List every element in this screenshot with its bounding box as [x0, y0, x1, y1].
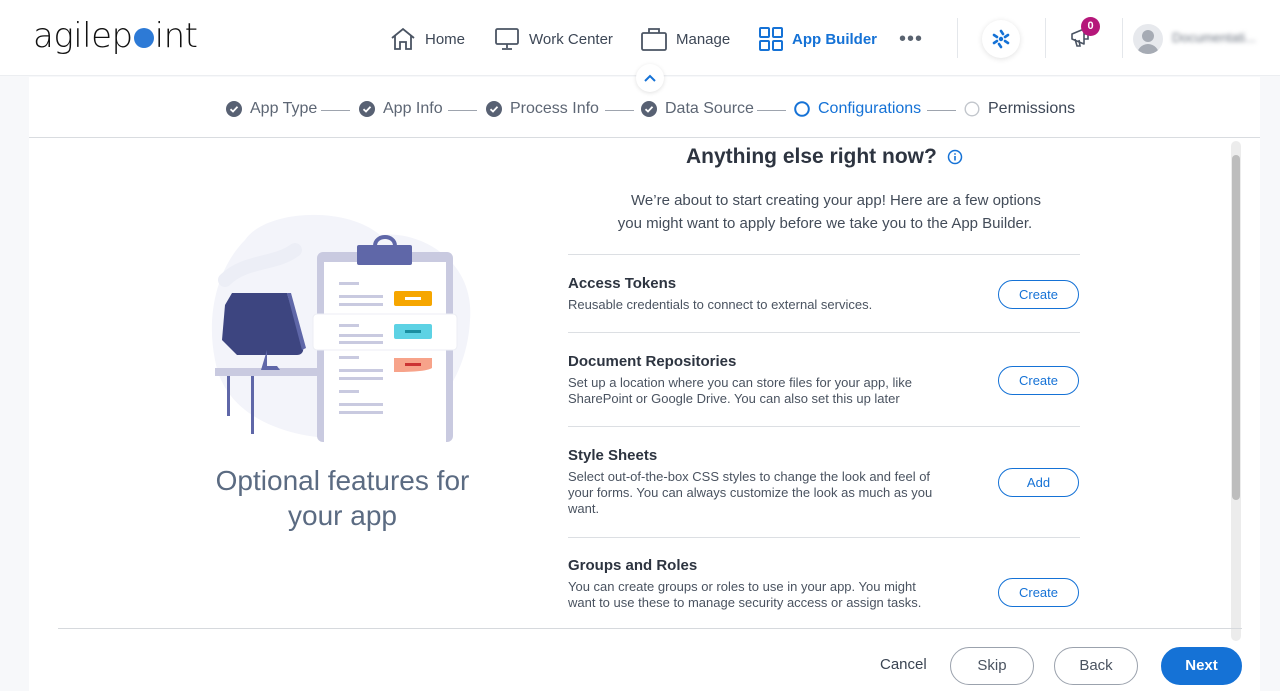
- create-groups-roles-button[interactable]: Create: [998, 578, 1079, 607]
- logo-dot: [133, 28, 154, 48]
- nav-work-center-label: Work Center: [529, 30, 613, 48]
- pending-step-circle-icon: [964, 101, 980, 117]
- heading-text: Anything else right now?: [686, 145, 937, 168]
- divider: [568, 332, 1080, 333]
- grid-icon: [759, 27, 783, 51]
- step-connector: [321, 110, 350, 111]
- user-avatar[interactable]: [1133, 24, 1163, 54]
- nav-manage[interactable]: Manage: [641, 24, 730, 54]
- back-button[interactable]: Back: [1054, 647, 1138, 685]
- cancel-button[interactable]: Cancel: [880, 656, 927, 673]
- next-button[interactable]: Next: [1161, 647, 1242, 685]
- current-step-circle-icon: [794, 101, 810, 117]
- nav-home-label: Home: [425, 30, 466, 48]
- ai-assistant-button[interactable]: [982, 20, 1020, 58]
- option-description: Select out-of-the-box CSS styles to chan…: [568, 469, 933, 516]
- step-configurations[interactable]: Configurations: [794, 100, 921, 118]
- more-menu-button[interactable]: •••: [899, 24, 923, 54]
- info-icon[interactable]: [947, 149, 963, 165]
- divider: [1122, 18, 1123, 58]
- step-label: Data Source: [665, 100, 754, 117]
- divider: [568, 426, 1080, 427]
- intro-line-2: you might want to apply before we take y…: [617, 215, 1033, 232]
- create-document-repository-button[interactable]: Create: [998, 366, 1079, 395]
- intro-line-1: We’re about to start creating your app! …: [631, 192, 1041, 209]
- option-description: You can create groups or roles to use in…: [568, 579, 922, 610]
- check-circle-icon: [226, 101, 242, 117]
- footer-divider: [58, 628, 1242, 629]
- step-label: App Info: [383, 100, 443, 117]
- option-description: Set up a location where you can store fi…: [568, 375, 912, 406]
- create-access-token-button[interactable]: Create: [998, 280, 1079, 309]
- step-permissions[interactable]: Permissions: [964, 100, 1075, 118]
- nav-app-builder-label: App Builder: [792, 30, 877, 48]
- nav-home[interactable]: Home: [390, 24, 465, 54]
- home-icon: [391, 27, 415, 50]
- divider: [957, 18, 958, 58]
- step-connector: [605, 110, 634, 111]
- skip-button[interactable]: Skip: [950, 647, 1034, 685]
- nav-app-builder[interactable]: App Builder: [759, 24, 877, 54]
- option-description: Reusable credentials to connect to exter…: [568, 297, 873, 312]
- option-title: Style Sheets: [568, 447, 658, 464]
- notification-badge: 0: [1081, 17, 1100, 36]
- avatar-head: [1142, 30, 1154, 42]
- add-style-sheet-button[interactable]: Add: [998, 468, 1079, 497]
- collapse-header-button[interactable]: [636, 64, 664, 92]
- option-title: Access Tokens: [568, 275, 677, 292]
- check-circle-icon: [641, 101, 657, 117]
- nav-manage-label: Manage: [676, 30, 731, 48]
- page-heading: Anything else right now?: [686, 145, 963, 169]
- check-circle-icon: [486, 101, 502, 117]
- nav-work-center[interactable]: Work Center: [494, 24, 613, 54]
- step-connector: [927, 110, 956, 111]
- step-label: Process Info: [510, 100, 599, 117]
- step-connector: [757, 110, 786, 111]
- divider: [1045, 18, 1046, 58]
- option-title: Document Repositories: [568, 353, 737, 370]
- optional-features-illustration: [211, 214, 471, 442]
- user-name[interactable]: Documentati...: [1172, 30, 1256, 45]
- intro-text: We’re about to start creating your app! …: [580, 189, 1070, 235]
- divider: [568, 254, 1080, 255]
- divider: [568, 537, 1080, 538]
- briefcase-icon: [641, 28, 667, 51]
- optional-features-title: Optional features for your app: [215, 465, 470, 531]
- logo-text-end: int: [154, 16, 198, 56]
- agilepoint-logo[interactable]: agilep int: [33, 16, 198, 56]
- option-title: Groups and Roles: [568, 557, 698, 574]
- step-app-type[interactable]: App Type: [226, 100, 317, 118]
- more-dots-icon: •••: [899, 27, 924, 50]
- step-app-info[interactable]: App Info: [359, 100, 443, 118]
- step-label: Configurations: [818, 100, 922, 117]
- step-label: App Type: [250, 100, 318, 117]
- scrollbar-thumb[interactable]: [1232, 155, 1240, 500]
- check-circle-icon: [359, 101, 375, 117]
- step-data-source[interactable]: Data Source: [641, 100, 754, 118]
- step-label: Permissions: [988, 100, 1076, 117]
- step-connector: [448, 110, 477, 111]
- chevron-up-icon: [644, 74, 656, 82]
- step-process-info[interactable]: Process Info: [486, 100, 599, 118]
- top-navigation-bar: agilep int Home Work Center Manage App Bu…: [0, 0, 1280, 76]
- monitor-icon: [495, 28, 519, 50]
- logo-text-start: agilep: [33, 16, 133, 56]
- avatar-body: [1137, 44, 1159, 54]
- pinwheel-icon: [992, 29, 1010, 49]
